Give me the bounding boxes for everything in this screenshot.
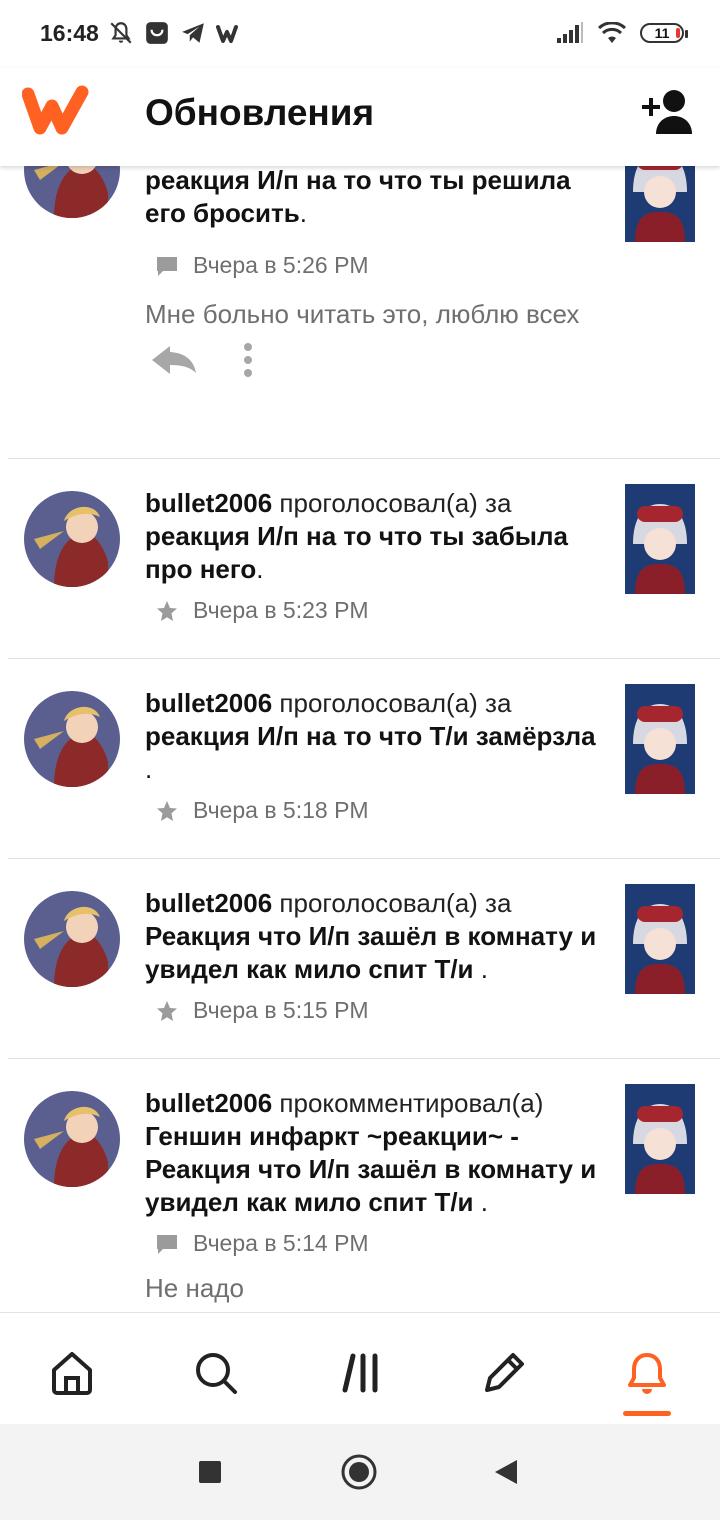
star-icon bbox=[157, 1000, 177, 1021]
action-text: проголосовал(а) за bbox=[279, 688, 512, 718]
avatar[interactable] bbox=[24, 1091, 120, 1187]
reply-icon[interactable] bbox=[150, 342, 198, 378]
home-icon bbox=[52, 1352, 92, 1395]
nav-search[interactable] bbox=[186, 1343, 246, 1403]
notification-text: реакция И/п на то что ты решила его брос… bbox=[145, 166, 605, 230]
wifi-icon bbox=[598, 22, 626, 43]
status-notification-icons bbox=[108, 20, 244, 46]
action-text: прокомментировал(а) bbox=[279, 1088, 544, 1118]
notification-time: Вчера в 5:23 PM bbox=[193, 597, 369, 623]
notification-time: Вчера в 5:18 PM bbox=[193, 797, 369, 823]
nav-active-indicator bbox=[623, 1411, 671, 1416]
comment-actions bbox=[150, 342, 254, 378]
notification-item[interactable]: bullet2006 проголосовал(а) за реакция И/… bbox=[0, 459, 720, 658]
notification-meta: Вчера в 5:15 PM bbox=[155, 997, 369, 1024]
username-link[interactable]: bullet2006 bbox=[145, 1088, 272, 1118]
nav-home[interactable] bbox=[42, 1343, 102, 1403]
bottom-navigation bbox=[0, 1312, 720, 1425]
notification-item[interactable]: bullet2006 проголосовал(а) за реакция И/… bbox=[0, 659, 720, 858]
trailing-punct: . bbox=[473, 954, 488, 984]
avatar[interactable] bbox=[24, 491, 120, 587]
story-title-link[interactable]: Геншин инфаркт ~реакции~ - Реакция что И… bbox=[145, 1121, 596, 1217]
notification-item[interactable]: bullet2006 проголосовал(а) за Реакция чт… bbox=[0, 859, 720, 1058]
trailing-punct: . bbox=[473, 1187, 488, 1217]
nav-library[interactable] bbox=[332, 1343, 392, 1403]
avatar[interactable] bbox=[24, 166, 120, 218]
notification-time: Вчера в 5:26 PM bbox=[193, 252, 369, 278]
pencil-icon bbox=[485, 1353, 524, 1392]
recents-icon[interactable] bbox=[198, 1460, 222, 1484]
system-navigation bbox=[0, 1424, 720, 1520]
trailing-punct: . bbox=[145, 754, 153, 784]
notification-time: Вчера в 5:15 PM bbox=[193, 997, 369, 1023]
story-cover[interactable] bbox=[625, 1084, 695, 1194]
avatar[interactable] bbox=[24, 891, 120, 987]
status-bar: 16:48 11 bbox=[0, 0, 720, 68]
wattpad-logo-icon[interactable] bbox=[22, 84, 90, 136]
notification-feed[interactable]: реакция И/п на то что ты решила его брос… bbox=[0, 166, 720, 1312]
nav-write[interactable] bbox=[474, 1343, 534, 1403]
story-title-link[interactable]: реакция И/п на то что ты забыла про него bbox=[145, 521, 568, 584]
star-icon bbox=[157, 800, 177, 821]
notification-text: bullet2006 проголосовал(а) за реакция И/… bbox=[145, 687, 605, 786]
story-title-link[interactable]: Реакция что И/п зашёл в комнату и увидел… bbox=[145, 921, 596, 984]
notification-text: bullet2006 проголосовал(а) за Реакция чт… bbox=[145, 887, 605, 986]
story-cover[interactable] bbox=[625, 166, 695, 242]
trailing-punct: . bbox=[256, 554, 264, 584]
bell-icon bbox=[628, 1353, 666, 1394]
trailing-punct: . bbox=[299, 198, 307, 228]
story-cover[interactable] bbox=[625, 484, 695, 594]
more-options-icon[interactable] bbox=[242, 342, 254, 378]
nav-notifications[interactable] bbox=[617, 1343, 677, 1403]
search-icon bbox=[196, 1353, 237, 1394]
comment-text: Не надо bbox=[145, 1273, 244, 1303]
app-header: Обновления bbox=[0, 68, 720, 166]
home-system-icon[interactable] bbox=[341, 1454, 377, 1490]
story-cover[interactable] bbox=[625, 684, 695, 794]
notification-time: Вчера в 5:14 PM bbox=[193, 1230, 369, 1256]
mute-bell-icon bbox=[110, 22, 132, 44]
action-text: проголосовал(а) за bbox=[279, 488, 512, 518]
notification-meta: Вчера в 5:18 PM bbox=[155, 797, 369, 824]
avatar[interactable] bbox=[24, 691, 120, 787]
add-user-icon[interactable] bbox=[640, 88, 696, 136]
notification-meta: Вчера в 5:14 PM bbox=[155, 1230, 369, 1257]
wattpad-small-icon bbox=[216, 25, 238, 43]
notification-meta: Вчера в 5:23 PM bbox=[155, 597, 369, 624]
username-link[interactable]: bullet2006 bbox=[145, 888, 272, 918]
battery-icon: 11 bbox=[640, 23, 688, 43]
page-title: Обновления bbox=[145, 92, 375, 133]
star-icon bbox=[157, 600, 177, 621]
notification-text: bullet2006 проголосовал(а) за реакция И/… bbox=[145, 487, 605, 586]
notification-item[interactable]: bullet2006 прокомментировал(а) Геншин ин… bbox=[0, 1059, 720, 1312]
shop-icon bbox=[146, 22, 168, 44]
status-system-icons: 11 bbox=[556, 22, 688, 44]
username-link[interactable]: bullet2006 bbox=[145, 488, 272, 518]
story-title-link[interactable]: реакция И/п на то что Т/и замёрзла bbox=[145, 721, 596, 751]
telegram-icon bbox=[182, 23, 204, 43]
library-icon bbox=[342, 1353, 378, 1393]
status-time: 16:48 bbox=[40, 20, 99, 46]
username-link[interactable]: bullet2006 bbox=[145, 688, 272, 718]
back-icon[interactable] bbox=[493, 1458, 519, 1486]
battery-level: 11 bbox=[654, 25, 670, 41]
story-title-link[interactable]: реакция И/п на то что ты решила его брос… bbox=[145, 166, 571, 228]
notification-item[interactable]: реакция И/п на то что ты решила его брос… bbox=[0, 166, 720, 458]
notification-meta: Вчера в 5:26 PM bbox=[155, 252, 369, 279]
action-text: проголосовал(а) за bbox=[279, 888, 512, 918]
signal-icon bbox=[557, 22, 583, 43]
story-cover[interactable] bbox=[625, 884, 695, 994]
comment-text: Мне больно читать это, люблю всех bbox=[145, 299, 580, 329]
notification-text: bullet2006 прокомментировал(а) Геншин ин… bbox=[145, 1087, 605, 1219]
comment-icon bbox=[157, 1234, 177, 1254]
comment-icon bbox=[157, 256, 177, 276]
